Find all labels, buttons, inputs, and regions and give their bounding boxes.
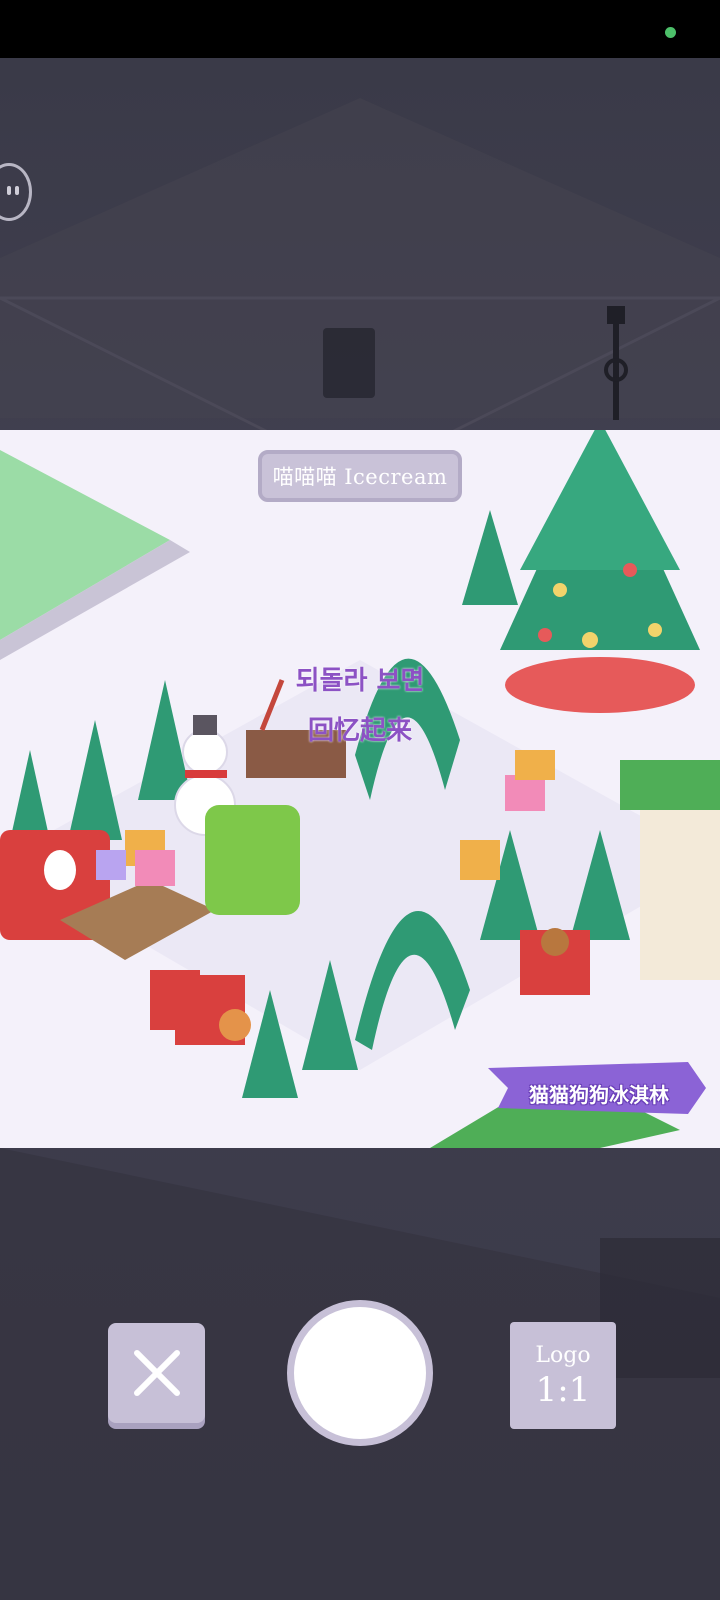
overlay-text-chinese: 回忆起来 (307, 716, 412, 746)
ratio-value: 1:1 (535, 1369, 591, 1410)
close-button[interactable] (108, 1323, 205, 1423)
signboard-silhouette (323, 328, 375, 398)
brand-ribbon-text: 猫猫狗狗冰淇林 (529, 1083, 669, 1107)
ratio-logo-label: Logo (535, 1342, 591, 1368)
shop-name-sign: 喵喵喵 Icecream (258, 450, 462, 502)
overlay-text-korean: 되돌라 보면 (295, 666, 425, 696)
photo-capture-frame (0, 430, 720, 1148)
logo-ratio-button[interactable]: Logo 1:1 (510, 1322, 616, 1429)
christmas-scene-illustration (0, 430, 720, 1148)
shutter-button[interactable] (287, 1300, 433, 1446)
close-icon (133, 1350, 180, 1396)
status-indicator-dot (665, 27, 676, 38)
game-screen: 喵喵喵 Icecream 되돌라 보면 回忆起来 猫猫狗狗冰淇林 Logo 1:… (0, 0, 720, 1600)
street-lamp-icon (604, 306, 628, 420)
status-bar (0, 0, 720, 58)
